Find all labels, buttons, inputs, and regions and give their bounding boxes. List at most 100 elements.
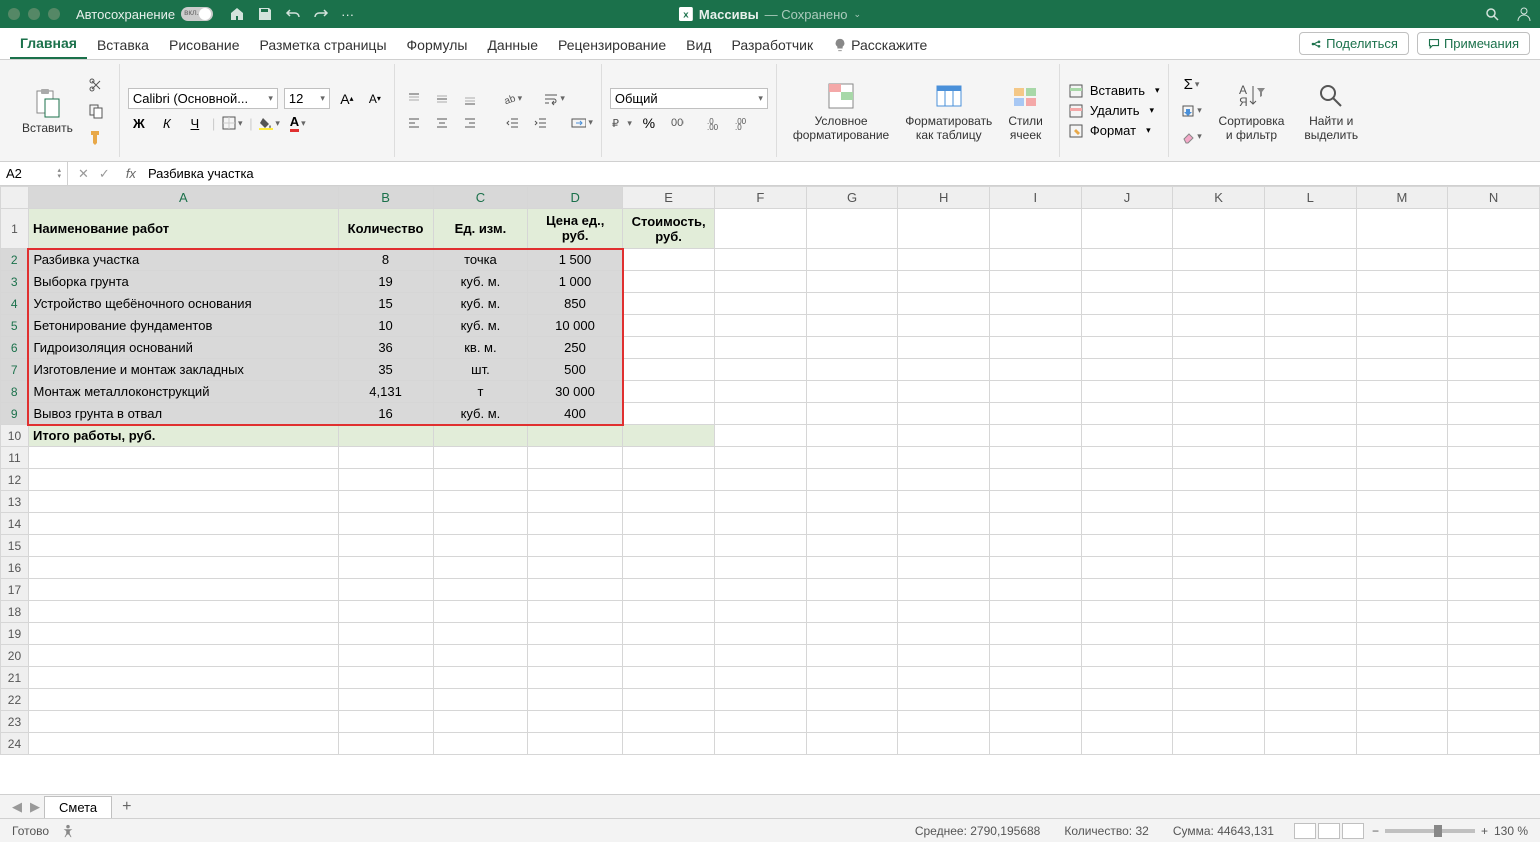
cell-K9[interactable] [1173, 403, 1265, 425]
row-header-13[interactable]: 13 [1, 491, 29, 513]
cell-A4[interactable]: Устройство щебёночного основания [28, 293, 338, 315]
cell-I7[interactable] [990, 359, 1082, 381]
cell-L19[interactable] [1264, 623, 1356, 645]
cell-F13[interactable] [715, 491, 807, 513]
cell-L18[interactable] [1264, 601, 1356, 623]
cell-K2[interactable] [1173, 249, 1265, 271]
cell-E13[interactable] [623, 491, 715, 513]
row-header-20[interactable]: 20 [1, 645, 29, 667]
cell-K13[interactable] [1173, 491, 1265, 513]
cell-G14[interactable] [806, 513, 898, 535]
cell-G7[interactable] [806, 359, 898, 381]
cell-L22[interactable] [1264, 689, 1356, 711]
row-header-4[interactable]: 4 [1, 293, 29, 315]
cell-A9[interactable]: Вывоз грунта в отвал [28, 403, 338, 425]
cell-C5[interactable]: куб. м. [433, 315, 528, 337]
cell-D13[interactable] [528, 491, 623, 513]
cell-G8[interactable] [806, 381, 898, 403]
cell-M16[interactable] [1356, 557, 1448, 579]
autosum-button[interactable]: Σ [1181, 75, 1203, 95]
cell-J24[interactable] [1081, 733, 1173, 755]
cell-F7[interactable] [715, 359, 807, 381]
cell-M21[interactable] [1356, 667, 1448, 689]
cell-M9[interactable] [1356, 403, 1448, 425]
cell-C13[interactable] [433, 491, 528, 513]
align-middle-button[interactable] [431, 89, 453, 109]
col-header-F[interactable]: F [715, 187, 807, 209]
number-format-combo[interactable]: Общий▾ [610, 88, 768, 109]
cell-D5[interactable]: 10 000 [528, 315, 623, 337]
window-controls[interactable] [8, 8, 60, 20]
enter-formula-icon[interactable]: ✓ [99, 166, 110, 182]
cell-A14[interactable] [28, 513, 338, 535]
cell-D20[interactable] [528, 645, 623, 667]
copy-button[interactable] [85, 101, 107, 121]
cell-G1[interactable] [806, 209, 898, 249]
cell-C14[interactable] [433, 513, 528, 535]
spreadsheet-grid[interactable]: ABCDEFGHIJKLMN1 Наименование работ Колич… [0, 186, 1540, 755]
cell-D7[interactable]: 500 [528, 359, 623, 381]
row-header-12[interactable]: 12 [1, 469, 29, 491]
cell-I9[interactable] [990, 403, 1082, 425]
row-header-5[interactable]: 5 [1, 315, 29, 337]
cell-G20[interactable] [806, 645, 898, 667]
cell-E2[interactable] [623, 249, 715, 271]
cell-J22[interactable] [1081, 689, 1173, 711]
cell-J6[interactable] [1081, 337, 1173, 359]
cell-B2[interactable]: 8 [338, 249, 433, 271]
cell-C22[interactable] [433, 689, 528, 711]
close-window-icon[interactable] [8, 8, 20, 20]
cell-D11[interactable] [528, 447, 623, 469]
cell-B15[interactable] [338, 535, 433, 557]
cell-G19[interactable] [806, 623, 898, 645]
cell-F8[interactable] [715, 381, 807, 403]
bold-button[interactable]: Ж [128, 113, 150, 133]
cell-N8[interactable] [1448, 381, 1540, 403]
cell-H24[interactable] [898, 733, 990, 755]
insert-cells-button[interactable]: Вставить▾ [1068, 83, 1160, 99]
accessibility-icon[interactable] [61, 824, 75, 838]
page-break-view-button[interactable] [1342, 823, 1364, 839]
cell-C17[interactable] [433, 579, 528, 601]
row-header-19[interactable]: 19 [1, 623, 29, 645]
cell-B10[interactable] [338, 425, 433, 447]
cell-C8[interactable]: т [433, 381, 528, 403]
fill-color-button[interactable] [259, 113, 281, 133]
cell-H13[interactable] [898, 491, 990, 513]
cell-C15[interactable] [433, 535, 528, 557]
cell-M3[interactable] [1356, 271, 1448, 293]
cell-I20[interactable] [990, 645, 1082, 667]
cell-D16[interactable] [528, 557, 623, 579]
row-header-14[interactable]: 14 [1, 513, 29, 535]
cell-E22[interactable] [623, 689, 715, 711]
underline-button[interactable]: Ч [184, 113, 206, 133]
cell-B3[interactable]: 19 [338, 271, 433, 293]
cell-E16[interactable] [623, 557, 715, 579]
cell-K6[interactable] [1173, 337, 1265, 359]
cell-F9[interactable] [715, 403, 807, 425]
cell-C18[interactable] [433, 601, 528, 623]
format-cells-button[interactable]: Формат▾ [1068, 123, 1160, 139]
delete-cells-button[interactable]: Удалить▾ [1068, 103, 1160, 119]
cell-G16[interactable] [806, 557, 898, 579]
fx-icon[interactable]: fx [120, 166, 142, 181]
zoom-out-button[interactable]: − [1372, 824, 1379, 838]
tab-developer[interactable]: Разработчик [721, 31, 823, 59]
cell-E17[interactable] [623, 579, 715, 601]
row-header-7[interactable]: 7 [1, 359, 29, 381]
cell-K22[interactable] [1173, 689, 1265, 711]
cell-D8[interactable]: 30 000 [528, 381, 623, 403]
cell-C1[interactable]: Ед. изм. [433, 209, 528, 249]
cell-C3[interactable]: куб. м. [433, 271, 528, 293]
decrease-decimal-button[interactable]: .00.0 [732, 113, 754, 133]
cell-E3[interactable] [623, 271, 715, 293]
cell-C24[interactable] [433, 733, 528, 755]
cell-N19[interactable] [1448, 623, 1540, 645]
cell-M15[interactable] [1356, 535, 1448, 557]
cell-B23[interactable] [338, 711, 433, 733]
cell-K10[interactable] [1173, 425, 1265, 447]
cell-D6[interactable]: 250 [528, 337, 623, 359]
wrap-text-button[interactable] [543, 89, 565, 109]
cell-I8[interactable] [990, 381, 1082, 403]
cell-M10[interactable] [1356, 425, 1448, 447]
